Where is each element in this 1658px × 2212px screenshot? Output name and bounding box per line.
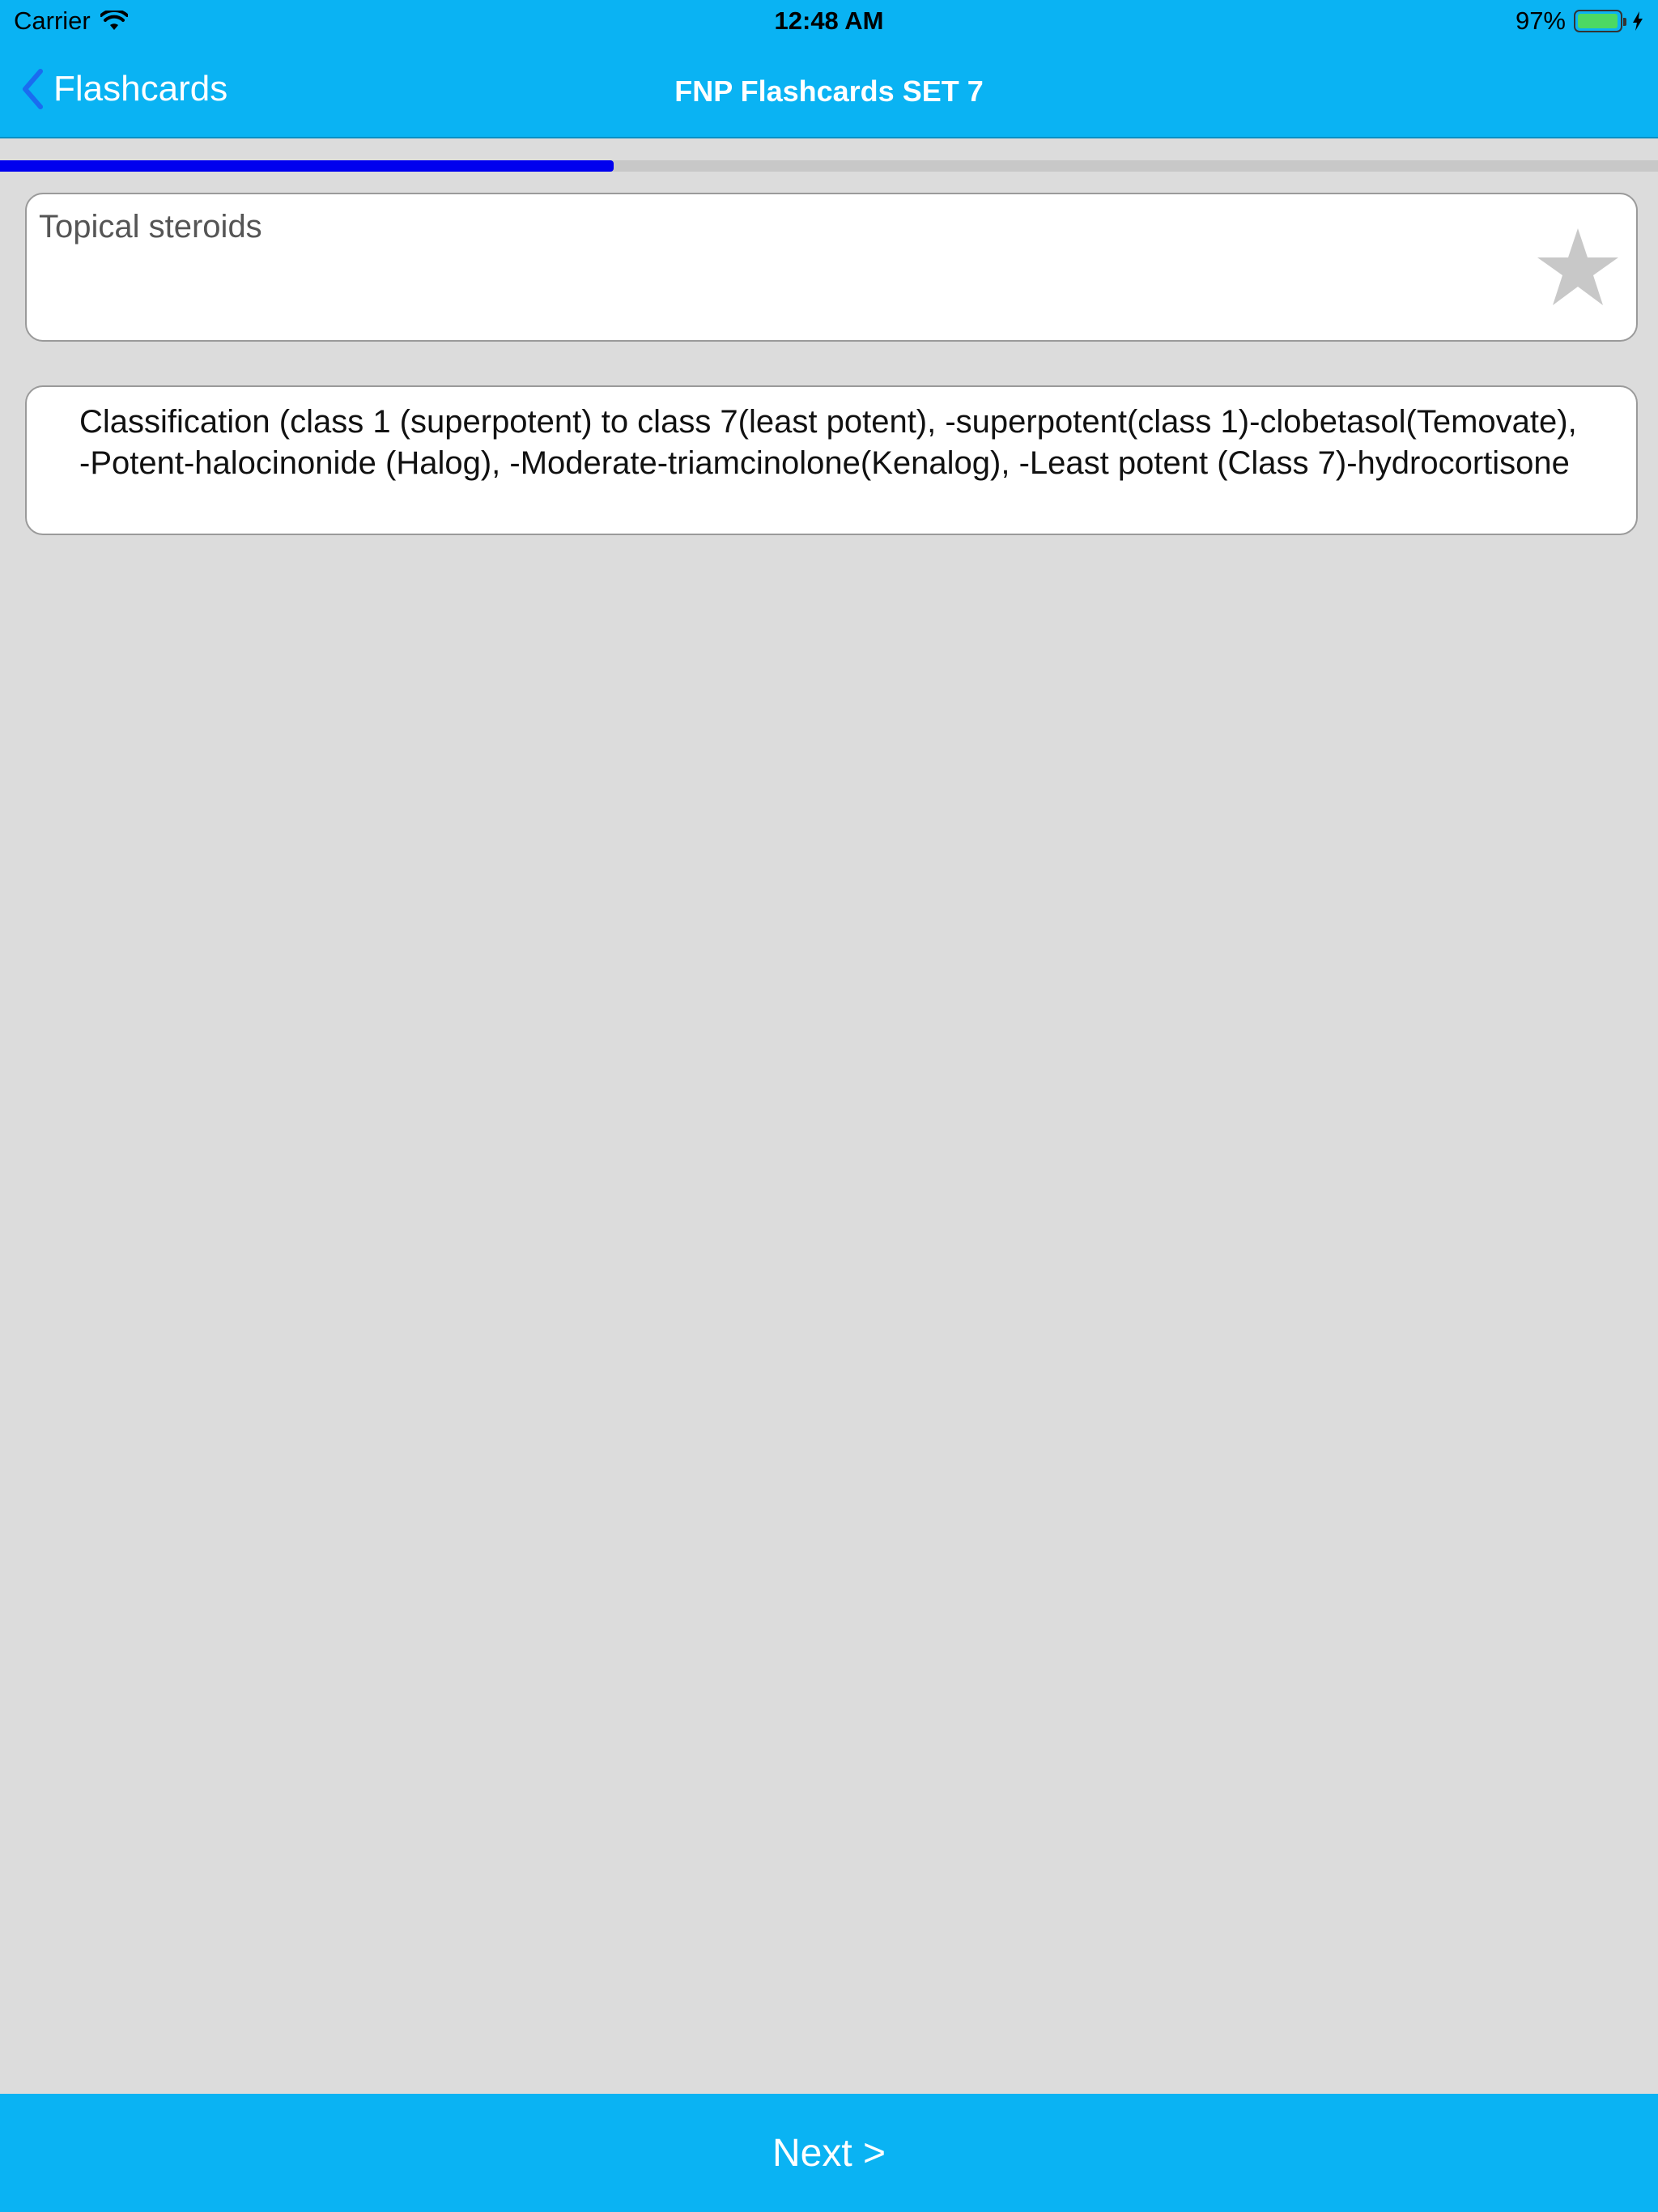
progress-bar [0,160,1658,172]
question-card[interactable]: Topical steroids [25,193,1638,342]
battery-percent: 97% [1515,6,1566,35]
battery-fill [1578,14,1618,28]
flashcard-screen: Carrier 12:48 AM 97% Flashcards FNP Flas… [0,0,1658,2212]
answer-card[interactable]: Classification (class 1 (superpotent) to… [25,385,1638,535]
question-text: Topical steroids [39,209,262,245]
status-time: 12:48 AM [774,6,884,35]
bottom-bar: Next > [0,2094,1658,2212]
battery-icon [1574,10,1626,32]
answer-text: Classification (class 1 (superpotent) to… [79,404,1577,481]
star-icon [1537,228,1618,305]
battery-group: 97% [1516,6,1643,36]
bolt-icon [1633,11,1643,31]
page-title: FNP Flashcards SET 7 [674,74,984,108]
navigation-bar: Flashcards FNP Flashcards SET 7 [0,45,1658,138]
next-button[interactable]: Next > [0,2131,1658,2176]
progress-fill [0,160,614,172]
status-bar: Carrier 12:48 AM 97% [0,0,1658,45]
favorite-button[interactable] [1536,227,1620,312]
